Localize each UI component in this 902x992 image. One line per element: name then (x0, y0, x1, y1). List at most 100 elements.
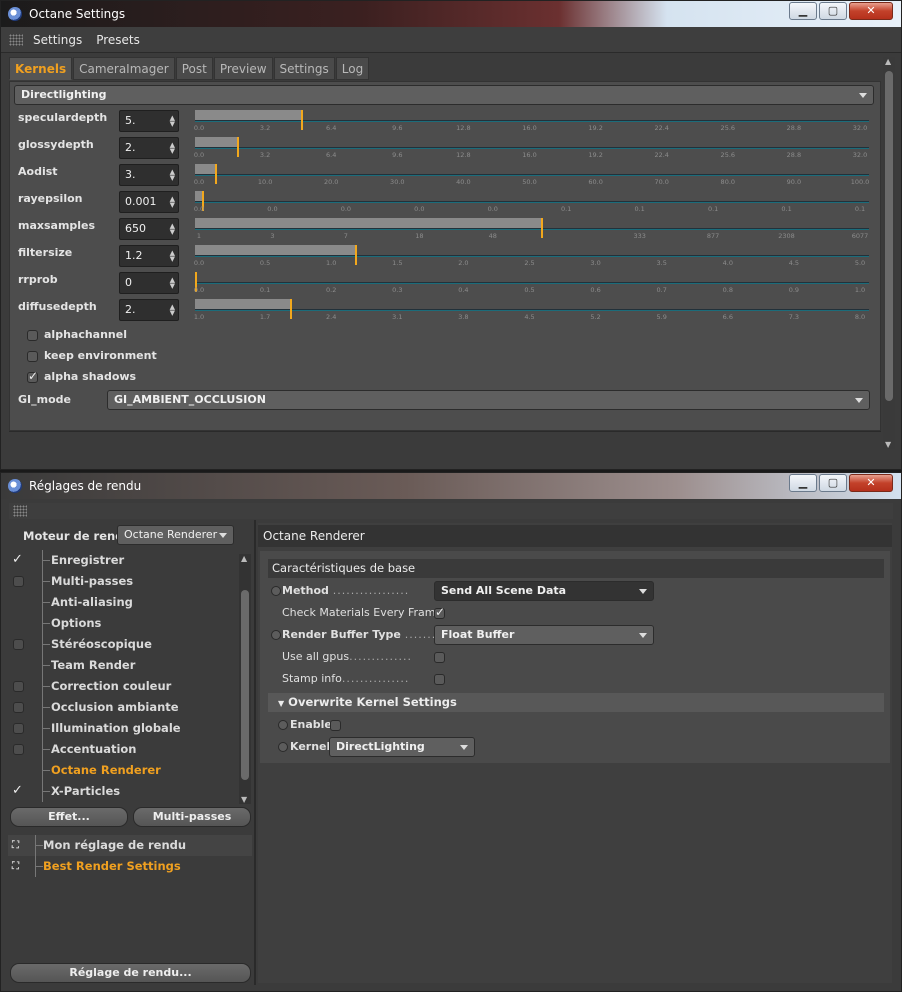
param-slider[interactable]: 0.0 0.1 0.2 0.3 0.4 0.5 0.6 0.7 0.8 0.9 1.0 (194, 272, 869, 296)
tab-settings[interactable]: Settings (273, 57, 335, 80)
render-setting-item[interactable]: Anti-aliasing (8, 592, 238, 613)
tab-post[interactable]: Post (175, 57, 213, 80)
param-slider[interactable]: 1.0 1.7 2.4 3.1 3.8 4.5 5.2 5.9 6.6 7.3 8.0 (194, 299, 869, 323)
param-input[interactable]: 3. ▲ ▼ (119, 164, 179, 186)
param-slider[interactable]: 0.0 3.2 6.4 9.6 12.8 16.0 19.2 22.4 25.6 28.8 32.0 (194, 110, 869, 134)
method-radio[interactable] (271, 586, 281, 596)
list-scrollbar[interactable]: ▲ ▼ (239, 554, 251, 804)
spinner-arrows-icon[interactable]: ▲ ▼ (170, 250, 175, 263)
kernel-type-dropdown[interactable]: Directlighting (14, 85, 874, 105)
param-slider[interactable]: 0.0 3.2 6.4 9.6 12.8 16.0 19.2 22.4 25.6 28.8 32.0 (194, 137, 869, 161)
effect-button[interactable]: Effet... (10, 807, 128, 827)
checkbox-icon[interactable] (13, 639, 24, 650)
tab-cameraimager[interactable]: CameraImager (73, 57, 175, 80)
panel-divider[interactable] (254, 520, 256, 985)
tab-kernels[interactable]: Kernels (9, 57, 73, 80)
render-setting-item[interactable]: Correction couleur (8, 676, 238, 697)
grip-icon[interactable] (13, 505, 27, 517)
keep-environment-checkbox[interactable]: keep environment (27, 349, 157, 362)
checkmark-icon[interactable]: ✓ (12, 780, 23, 801)
param-input[interactable]: 2. ▲ ▼ (119, 299, 179, 321)
scroll-down-icon[interactable]: ▼ (885, 440, 891, 449)
menu-settings[interactable]: Settings (33, 33, 82, 47)
maximize-button[interactable]: ▢ (819, 2, 847, 20)
param-slider[interactable]: 0.0 0.0 0.0 0.0 0.0 0.1 0.1 0.1 0.1 0.1 (194, 191, 869, 215)
scrollbar-thumb[interactable] (885, 71, 893, 401)
close-button[interactable]: ✕ (849, 2, 893, 20)
vertical-scrollbar[interactable]: ▲ ▼ (883, 57, 895, 449)
slider-handle[interactable] (540, 218, 543, 238)
render-setting-item[interactable]: Illumination globale (8, 718, 238, 739)
spinner-arrows-icon[interactable]: ▲ ▼ (170, 277, 175, 290)
grip-icon[interactable] (9, 33, 23, 46)
param-input[interactable]: 650 ▲ ▼ (119, 218, 179, 240)
param-input[interactable]: 5. ▲ ▼ (119, 110, 179, 132)
preset-item[interactable]: ⛶ Best Render Settings (8, 856, 252, 877)
scrollbar-thumb[interactable] (241, 590, 249, 780)
checkmark-icon[interactable]: ✓ (12, 549, 23, 570)
scroll-up-icon[interactable]: ▲ (241, 554, 247, 563)
render-setting-item[interactable]: Team Render (8, 655, 238, 676)
render-setting-item[interactable]: Occlusion ambiante (8, 697, 238, 718)
kernel-dropdown[interactable]: DirectLighting (329, 737, 475, 757)
spinner-arrows-icon[interactable]: ▲ ▼ (170, 115, 175, 128)
spinner-arrows-icon[interactable]: ▲ ▼ (170, 223, 175, 236)
spinner-arrows-icon[interactable]: ▲ ▼ (170, 169, 175, 182)
buffer-dropdown[interactable]: Float Buffer (434, 625, 654, 645)
render-setting-item[interactable]: Octane Renderer (8, 760, 238, 781)
minimize-button[interactable]: ▁ (789, 474, 817, 492)
overwrite-section-header[interactable]: ▼ Overwrite Kernel Settings (268, 693, 884, 712)
render-setting-item[interactable]: ✓ Enregistrer (8, 550, 238, 571)
checkbox-icon[interactable] (13, 576, 24, 587)
maximize-button[interactable]: ▢ (819, 474, 847, 492)
render-setting-item[interactable]: Accentuation (8, 739, 238, 760)
scroll-down-icon[interactable]: ▼ (241, 795, 247, 804)
enable-checkbox[interactable] (330, 720, 341, 731)
close-button[interactable]: ✕ (849, 474, 893, 492)
slider-handle[interactable] (290, 299, 293, 319)
spinner-arrows-icon[interactable]: ▲ ▼ (170, 142, 175, 155)
tab-preview[interactable]: Preview (213, 57, 273, 80)
checkbox-icon[interactable] (13, 702, 24, 713)
slider-handle[interactable] (301, 110, 304, 130)
render-setting-item[interactable]: ✓ X-Particles (8, 781, 238, 802)
spinner-arrows-icon[interactable]: ▲ ▼ (170, 304, 175, 317)
param-input[interactable]: 0.001 ▲ ▼ (119, 191, 179, 213)
titlebar[interactable]: Réglages de rendu ▁ ▢ ✕ (1, 473, 901, 499)
scroll-up-icon[interactable]: ▲ (885, 57, 891, 66)
preset-item[interactable]: ⛶ Mon réglage de rendu (8, 835, 252, 856)
method-dropdown[interactable]: Send All Scene Data (434, 581, 654, 601)
slider-handle[interactable] (214, 164, 217, 184)
alphachannel-checkbox[interactable]: alphachannel (27, 328, 127, 341)
slider-handle[interactable] (354, 245, 357, 265)
spinner-arrows-icon[interactable]: ▲ ▼ (170, 196, 175, 209)
checkbox-icon[interactable] (13, 744, 24, 755)
stamp-checkbox[interactable] (434, 674, 445, 685)
slider-handle[interactable] (236, 137, 239, 157)
checkbox-icon[interactable] (13, 723, 24, 734)
check-materials-checkbox[interactable] (434, 605, 445, 619)
param-slider[interactable]: 0.0 0.5 1.0 1.5 2.0 2.5 3.0 3.5 4.0 4.5 5.0 (194, 245, 869, 269)
checkbox-icon[interactable] (13, 681, 24, 692)
engine-dropdown[interactable]: Octane Renderer (117, 525, 234, 545)
param-slider[interactable]: 0.0 10.0 20.0 30.0 40.0 50.0 60.0 70.0 80.0 90.0 1… (194, 164, 869, 188)
gi-mode-dropdown[interactable]: GI_AMBIENT_OCCLUSION (107, 390, 870, 410)
menu-presets[interactable]: Presets (96, 33, 140, 47)
buffer-radio[interactable] (271, 630, 281, 640)
enable-radio[interactable] (278, 720, 288, 730)
kernel-radio[interactable] (278, 742, 288, 752)
titlebar[interactable]: Octane Settings ▁ ▢ ✕ (1, 1, 901, 27)
render-setting-item[interactable]: Stéréoscopique (8, 634, 238, 655)
param-input[interactable]: 2. ▲ ▼ (119, 137, 179, 159)
render-setting-item[interactable]: Options (8, 613, 238, 634)
param-input[interactable]: 1.2 ▲ ▼ (119, 245, 179, 267)
param-input[interactable]: 0 ▲ ▼ (119, 272, 179, 294)
param-slider[interactable]: 1 3 7 18 48 333 877 2308 6077 (195, 218, 869, 242)
render-settings-button[interactable]: Réglage de rendu... (10, 963, 251, 983)
minimize-button[interactable]: ▁ (789, 2, 817, 20)
tab-log[interactable]: Log (335, 57, 370, 80)
render-setting-item[interactable]: Multi-passes (8, 571, 238, 592)
multipass-button[interactable]: Multi-passes (133, 807, 251, 827)
alpha-shadows-checkbox[interactable]: alpha shadows (27, 369, 136, 383)
use-all-gpus-checkbox[interactable] (434, 652, 445, 663)
